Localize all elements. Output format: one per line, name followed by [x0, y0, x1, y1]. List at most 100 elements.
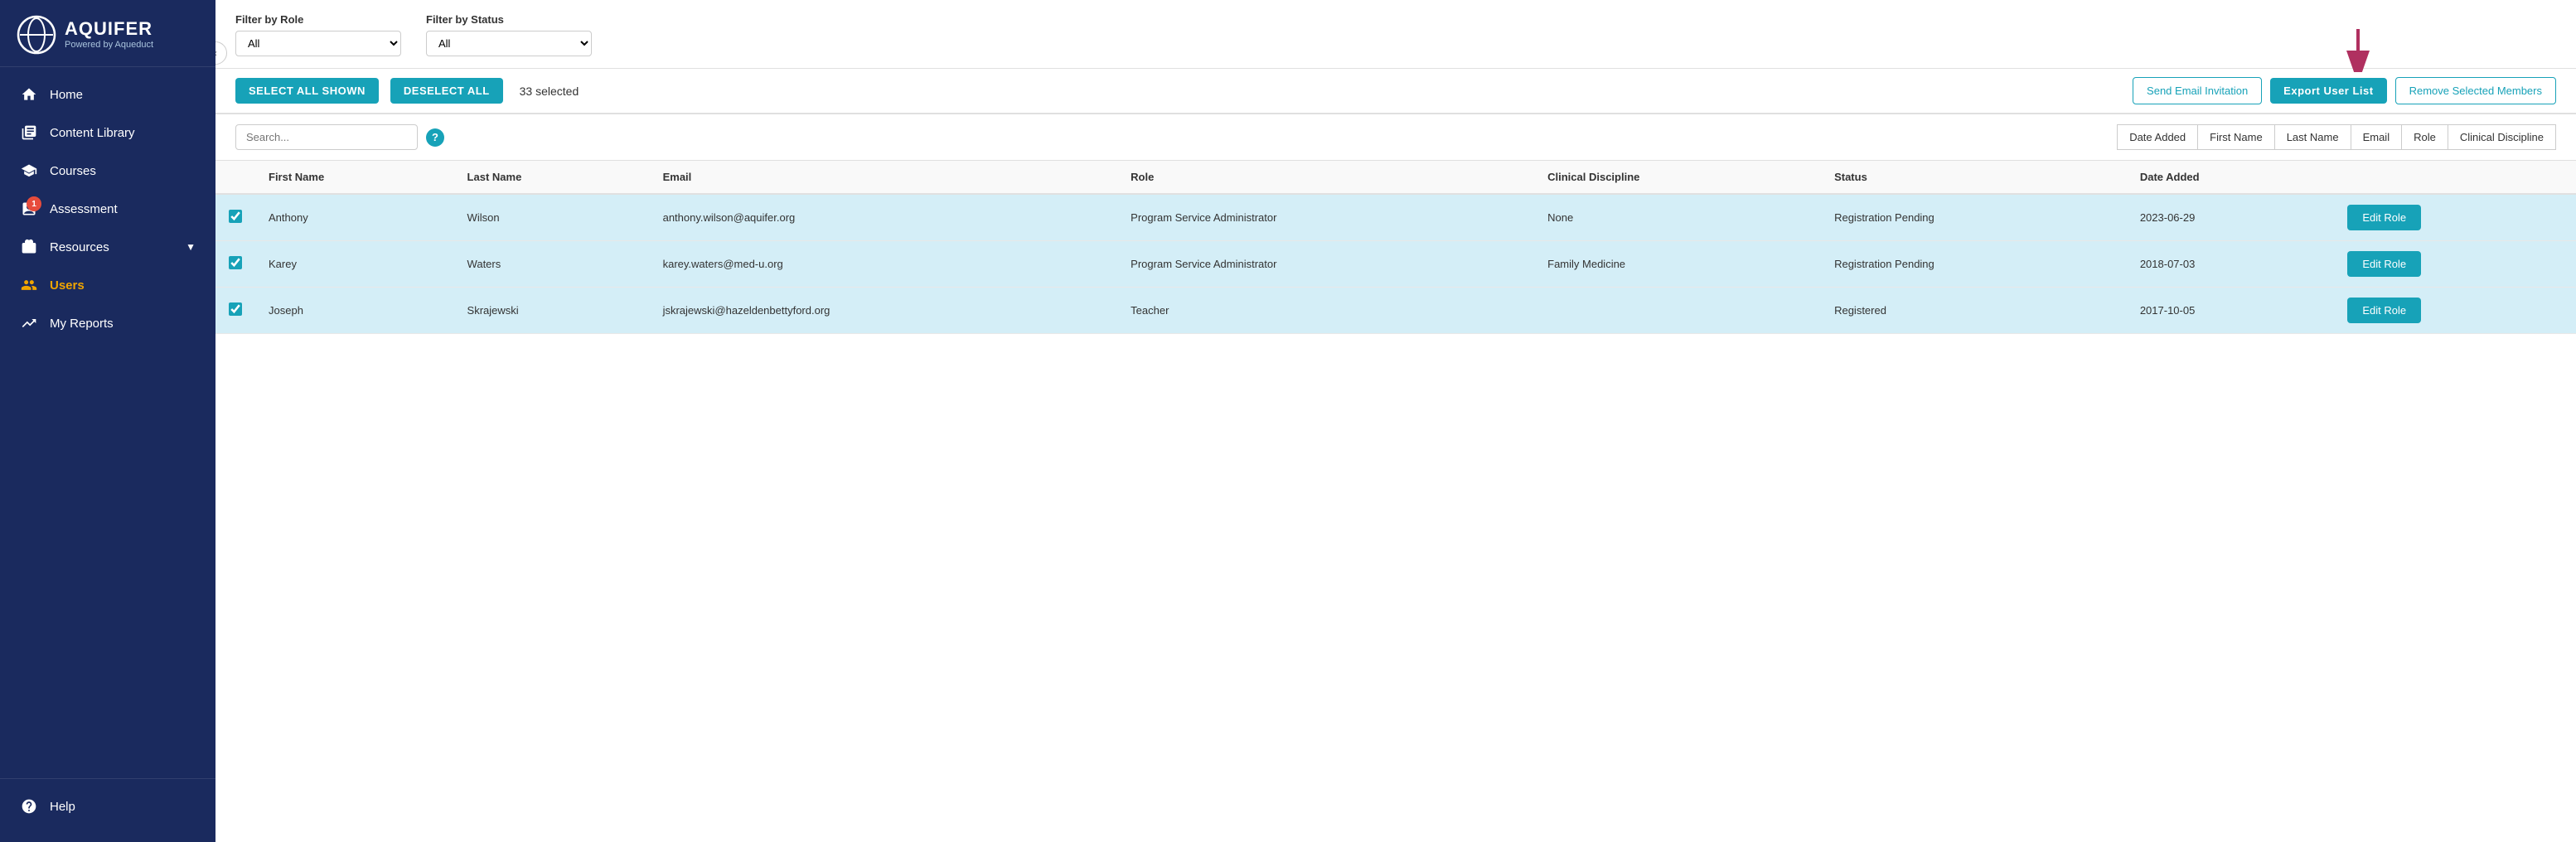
help-icon: [20, 797, 38, 815]
users-icon: [20, 276, 38, 294]
app-subtitle: Powered by Aqueduct: [65, 40, 153, 51]
header-role: Role: [1117, 161, 1534, 194]
sort-clinical-discipline-button[interactable]: Clinical Discipline: [2448, 124, 2556, 150]
sidebar-item-help-label: Help: [50, 800, 75, 814]
filter-status-select[interactable]: All Registered Registration Pending Inac…: [426, 31, 592, 56]
header-first-name: First Name: [255, 161, 454, 194]
sidebar-item-home[interactable]: Home: [0, 75, 215, 114]
sidebar-item-users-label: Users: [50, 278, 85, 293]
reports-icon: [20, 314, 38, 332]
row-first-name: Joseph: [255, 288, 454, 334]
sidebar-item-content-library[interactable]: Content Library: [0, 114, 215, 152]
sidebar-item-assessment[interactable]: Assessment 1: [0, 190, 215, 228]
action-bar: SELECT ALL SHOWN DESELECT ALL 33 selecte…: [215, 69, 2576, 114]
row-checkbox-cell: [215, 194, 255, 241]
search-bar: ? Date Added First Name Last Name Email …: [215, 114, 2576, 161]
filter-role-label: Filter by Role: [235, 13, 401, 26]
row-checkbox[interactable]: [229, 256, 242, 269]
row-last-name: Skrajewski: [454, 288, 650, 334]
filter-role-group: Filter by Role All Teacher Student Admin…: [235, 13, 401, 56]
export-user-list-button[interactable]: Export User List: [2270, 78, 2386, 104]
sidebar-item-home-label: Home: [50, 88, 83, 102]
sort-buttons: Date Added First Name Last Name Email Ro…: [2117, 124, 2556, 150]
row-role: Program Service Administrator: [1117, 241, 1534, 288]
edit-role-button[interactable]: Edit Role: [2347, 251, 2421, 277]
edit-role-button[interactable]: Edit Role: [2347, 205, 2421, 230]
row-checkbox-cell: [215, 288, 255, 334]
table-header-row: First Name Last Name Email Role Clinical…: [215, 161, 2576, 194]
users-table: First Name Last Name Email Role Clinical…: [215, 161, 2576, 334]
sidebar-item-users[interactable]: Users: [0, 266, 215, 304]
select-all-button[interactable]: SELECT ALL SHOWN: [235, 78, 379, 104]
sidebar-bottom: Help: [0, 778, 215, 842]
search-input[interactable]: [235, 124, 418, 150]
sort-date-added-button[interactable]: Date Added: [2117, 124, 2197, 150]
filter-bar: Filter by Role All Teacher Student Admin…: [215, 0, 2576, 69]
row-checkbox[interactable]: [229, 302, 242, 316]
courses-icon: [20, 162, 38, 180]
table-row: Karey Waters karey.waters@med-u.org Prog…: [215, 241, 2576, 288]
row-checkbox[interactable]: [229, 210, 242, 223]
selected-count: 33 selected: [520, 85, 579, 98]
filter-status-group: Filter by Status All Registered Registra…: [426, 13, 592, 56]
table-row: Anthony Wilson anthony.wilson@aquifer.or…: [215, 194, 2576, 241]
row-last-name: Waters: [454, 241, 650, 288]
table-body: Anthony Wilson anthony.wilson@aquifer.or…: [215, 194, 2576, 334]
sidebar-item-my-reports[interactable]: My Reports: [0, 304, 215, 342]
sidebar-item-courses[interactable]: Courses: [0, 152, 215, 190]
row-email: karey.waters@med-u.org: [650, 241, 1118, 288]
sidebar-item-my-reports-label: My Reports: [50, 317, 114, 331]
row-email: jskrajewski@hazeldenbettyford.org: [650, 288, 1118, 334]
header-checkbox: [215, 161, 255, 194]
row-checkbox-cell: [215, 241, 255, 288]
arrow-indicator: [2343, 27, 2373, 72]
home-icon: [20, 85, 38, 104]
aquifer-logo-icon: [17, 15, 56, 55]
row-clinical-discipline: [1534, 288, 1821, 334]
sidebar-item-content-library-label: Content Library: [50, 126, 135, 140]
sort-last-name-button[interactable]: Last Name: [2274, 124, 2351, 150]
row-date-added: 2023-06-29: [2127, 194, 2335, 241]
sidebar-item-resources[interactable]: Resources ▼: [0, 228, 215, 266]
row-email: anthony.wilson@aquifer.org: [650, 194, 1118, 241]
remove-selected-button[interactable]: Remove Selected Members: [2395, 77, 2556, 104]
filter-role-select[interactable]: All Teacher Student Admin Program Servic…: [235, 31, 401, 56]
sort-role-button[interactable]: Role: [2401, 124, 2448, 150]
main-content: ‹ Filter by Role All Teacher Student Adm…: [215, 0, 2576, 842]
deselect-all-button[interactable]: DESELECT ALL: [390, 78, 503, 104]
row-status: Registered: [1821, 288, 2127, 334]
row-first-name: Anthony: [255, 194, 454, 241]
send-email-button[interactable]: Send Email Invitation: [2133, 77, 2262, 104]
sidebar-item-help[interactable]: Help: [0, 787, 215, 825]
sidebar-item-courses-label: Courses: [50, 164, 96, 178]
row-status: Registration Pending: [1821, 194, 2127, 241]
row-action-cell: Edit Role: [2334, 241, 2576, 288]
sidebar-nav: Home Content Library Courses Assessment …: [0, 67, 215, 778]
filter-status-label: Filter by Status: [426, 13, 592, 26]
sidebar: AQUIFER Powered by Aqueduct Home Content…: [0, 0, 215, 842]
book-icon: [20, 123, 38, 142]
row-clinical-discipline: Family Medicine: [1534, 241, 1821, 288]
row-action-cell: Edit Role: [2334, 194, 2576, 241]
row-role: Program Service Administrator: [1117, 194, 1534, 241]
header-email: Email: [650, 161, 1118, 194]
sort-first-name-button[interactable]: First Name: [2197, 124, 2274, 150]
row-last-name: Wilson: [454, 194, 650, 241]
search-left: ?: [235, 124, 444, 150]
header-last-name: Last Name: [454, 161, 650, 194]
assessment-badge: 1: [27, 196, 41, 211]
row-action-cell: Edit Role: [2334, 288, 2576, 334]
row-date-added: 2017-10-05: [2127, 288, 2335, 334]
table-row: Joseph Skrajewski jskrajewski@hazeldenbe…: [215, 288, 2576, 334]
sort-email-button[interactable]: Email: [2351, 124, 2402, 150]
row-status: Registration Pending: [1821, 241, 2127, 288]
sidebar-item-assessment-label: Assessment: [50, 202, 118, 216]
down-arrow-icon: [2343, 27, 2373, 72]
help-search-icon[interactable]: ?: [426, 128, 444, 147]
header-clinical-discipline: Clinical Discipline: [1534, 161, 1821, 194]
header-status: Status: [1821, 161, 2127, 194]
sidebar-item-resources-label: Resources: [50, 240, 109, 254]
row-first-name: Karey: [255, 241, 454, 288]
edit-role-button[interactable]: Edit Role: [2347, 298, 2421, 323]
row-clinical-discipline: None: [1534, 194, 1821, 241]
